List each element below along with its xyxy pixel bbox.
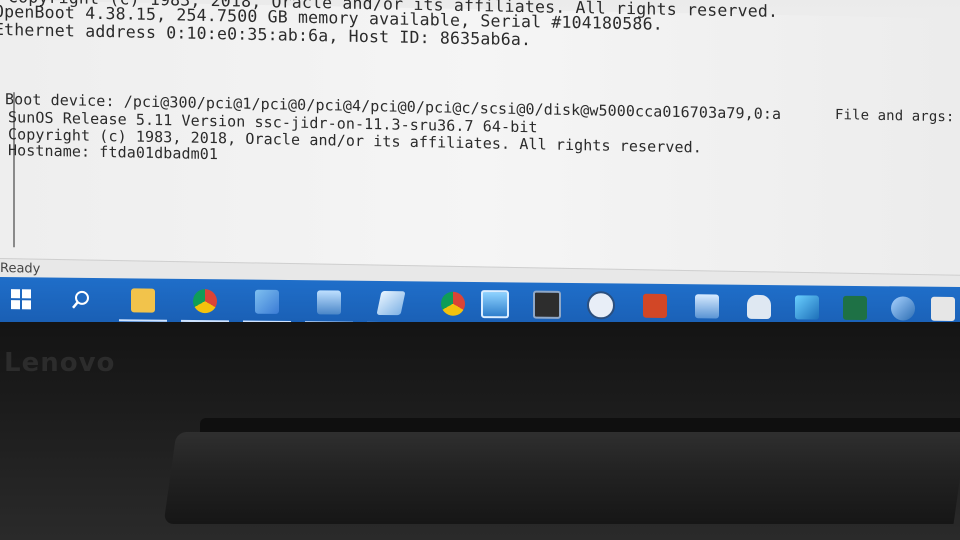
- start-windows-icon[interactable]: [6, 284, 36, 314]
- console-window: Copyright (c) 1983, 2018, Oracle and/or …: [0, 0, 960, 277]
- chrome-icon[interactable]: [438, 289, 468, 319]
- laptop-hinge: [163, 432, 960, 524]
- file-explorer-icon[interactable]: [119, 285, 167, 322]
- lenovo-logo: Lenovo: [4, 348, 116, 378]
- vpn-lock-icon[interactable]: [586, 290, 616, 320]
- excel-icon[interactable]: [840, 293, 870, 322]
- cloud-app-icon[interactable]: [744, 292, 774, 322]
- search-icon[interactable]: [66, 285, 96, 315]
- terminal-console-icon[interactable]: [532, 290, 562, 320]
- app-icon[interactable]: [928, 294, 958, 322]
- chrome-icon[interactable]: [181, 286, 229, 322]
- remote-desktop-icon[interactable]: [480, 289, 510, 319]
- settings-app-icon[interactable]: [888, 293, 918, 322]
- file-args-line: File and args:: [835, 107, 955, 126]
- status-text: Ready: [0, 261, 41, 277]
- network-connections-icon[interactable]: [305, 287, 353, 322]
- hostname-line: Hostname: ftda01dbadm01: [8, 141, 219, 164]
- monitor-screen: Copyright (c) 1983, 2018, Oracle and/or …: [0, 0, 960, 322]
- notes-app-icon[interactable]: [367, 288, 415, 322]
- calculator-icon[interactable]: [692, 291, 722, 321]
- photo-viewer-icon[interactable]: [792, 292, 822, 322]
- photos-app-icon[interactable]: [243, 287, 291, 322]
- powerpoint-icon[interactable]: [640, 291, 670, 321]
